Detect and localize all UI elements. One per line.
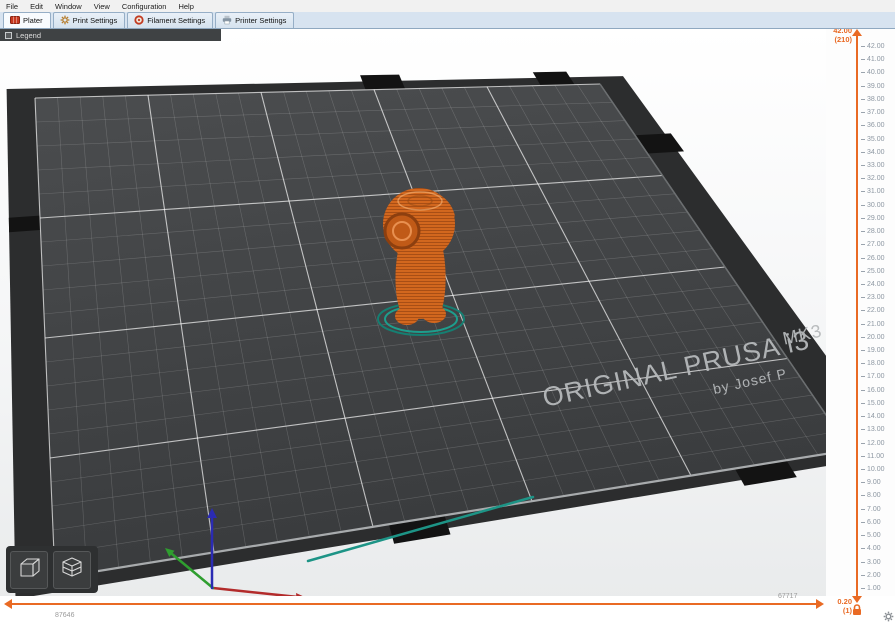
layer-tick: 36.00 [861, 122, 894, 129]
layer-slider-bottom-label: 0.20 (1) [822, 597, 852, 615]
layer-tick: 14.00 [861, 413, 894, 420]
layer-tick: 1.00 [861, 585, 894, 592]
menu-view[interactable]: View [88, 0, 116, 12]
layer-tick: 35.00 [861, 136, 894, 143]
layer-tick: 2.00 [861, 572, 894, 579]
bed-tab [9, 215, 44, 232]
layer-tick: 24.00 [861, 281, 894, 288]
layer-tick: 41.00 [861, 56, 894, 63]
layer-tick: 11.00 [861, 453, 894, 460]
layer-tick: 25.00 [861, 268, 894, 275]
range-max-label: 67717 [778, 593, 797, 600]
legend-icon [5, 32, 12, 39]
layer-tick: 27.00 [861, 241, 894, 248]
tab-printer-settings[interactable]: Printer Settings [215, 12, 294, 28]
layer-tick: 10.00 [861, 466, 894, 473]
layer-tick: 39.00 [861, 83, 894, 90]
layer-tick: 18.00 [861, 360, 894, 367]
tab-label: Plater [23, 16, 43, 25]
tab-print-settings[interactable]: Print Settings [53, 12, 126, 28]
layer-tick: 9.00 [861, 479, 894, 486]
model-foot-right [422, 305, 446, 323]
move-range-slider[interactable] [12, 603, 816, 605]
layer-tick: 21.00 [861, 321, 894, 328]
layer-tick: 8.00 [861, 492, 894, 499]
menu-configuration[interactable]: Configuration [116, 0, 173, 12]
layer-tick: 19.00 [861, 347, 894, 354]
3d-canvas[interactable]: ORIGINAL PRUSA i3 MK3 by Josef P [0, 29, 826, 625]
view-cube-button[interactable] [10, 551, 48, 589]
layer-tick: 23.00 [861, 294, 894, 301]
view-mode-panel [6, 546, 98, 593]
layer-tick: 16.00 [861, 387, 894, 394]
corner-gear-icon[interactable] [883, 611, 894, 622]
layer-tick: 7.00 [861, 506, 894, 513]
layer-tick: 28.00 [861, 228, 894, 235]
layer-tick-list: 42.00 41.00 40.00 39.00 38.00 37.00 36.00 35.00… [861, 43, 894, 592]
tab-label: Filament Settings [147, 16, 205, 25]
menu-window[interactable]: Window [49, 0, 88, 12]
layer-tick: 15.00 [861, 400, 894, 407]
slicer-app-window: { "menu": { "items": ["File", "Edit", "W… [0, 0, 895, 625]
layer-tick: 5.00 [861, 532, 894, 539]
tab-plater[interactable]: Plater [3, 12, 51, 28]
layer-tick: 22.00 [861, 307, 894, 314]
layer-range-slider[interactable] [856, 36, 858, 596]
bottom-bar [0, 596, 895, 625]
tab-label: Printer Settings [235, 16, 286, 25]
layer-tick: 13.00 [861, 426, 894, 433]
layer-tick: 4.00 [861, 545, 894, 552]
layer-tick: 32.00 [861, 175, 894, 182]
layer-bottom-height: 0.20 [822, 597, 852, 606]
layer-tick: 12.00 [861, 440, 894, 447]
layer-tick: 29.00 [861, 215, 894, 222]
layer-tick: 3.00 [861, 559, 894, 566]
tab-filament-settings[interactable]: Filament Settings [127, 12, 213, 28]
layer-tick: 20.00 [861, 334, 894, 341]
layer-tick: 40.00 [861, 69, 894, 76]
legend-label: Legend [16, 31, 41, 40]
layers-cube-icon [59, 554, 85, 585]
layer-tick: 30.00 [861, 202, 894, 209]
layer-tick: 38.00 [861, 96, 894, 103]
layer-bottom-count: (1) [822, 606, 852, 615]
lock-icon[interactable] [852, 604, 862, 616]
model-goggle [385, 214, 419, 248]
settings-tabbar: Plater Print Settings Filament Settings … [0, 12, 895, 29]
menu-help[interactable]: Help [172, 0, 199, 12]
tab-label: Print Settings [73, 16, 118, 25]
layer-tick: 33.00 [861, 162, 894, 169]
view-cube-icon [16, 554, 42, 585]
printer-icon [222, 15, 232, 25]
layer-tick: 6.00 [861, 519, 894, 526]
range-min-label: 87646 [55, 612, 74, 619]
layer-tick: 17.00 [861, 373, 894, 380]
layer-tick: 26.00 [861, 255, 894, 262]
layer-top-count: (210) [822, 35, 852, 44]
layer-tick: 34.00 [861, 149, 894, 156]
menu-edit[interactable]: Edit [24, 0, 49, 12]
menu-file[interactable]: File [0, 0, 24, 12]
viewport-3d[interactable]: ORIGINAL PRUSA i3 MK3 by Josef P [0, 29, 826, 625]
layer-tick: 37.00 [861, 109, 894, 116]
gear-icon [60, 15, 70, 25]
filament-spool-icon [134, 15, 144, 25]
layer-tick: 31.00 [861, 188, 894, 195]
layer-tick: 42.00 [861, 43, 894, 50]
layers-view-button[interactable] [53, 551, 91, 589]
plater-icon [10, 15, 20, 25]
model-foot-left [395, 307, 419, 325]
legend-panel-header[interactable]: Legend [0, 29, 221, 41]
